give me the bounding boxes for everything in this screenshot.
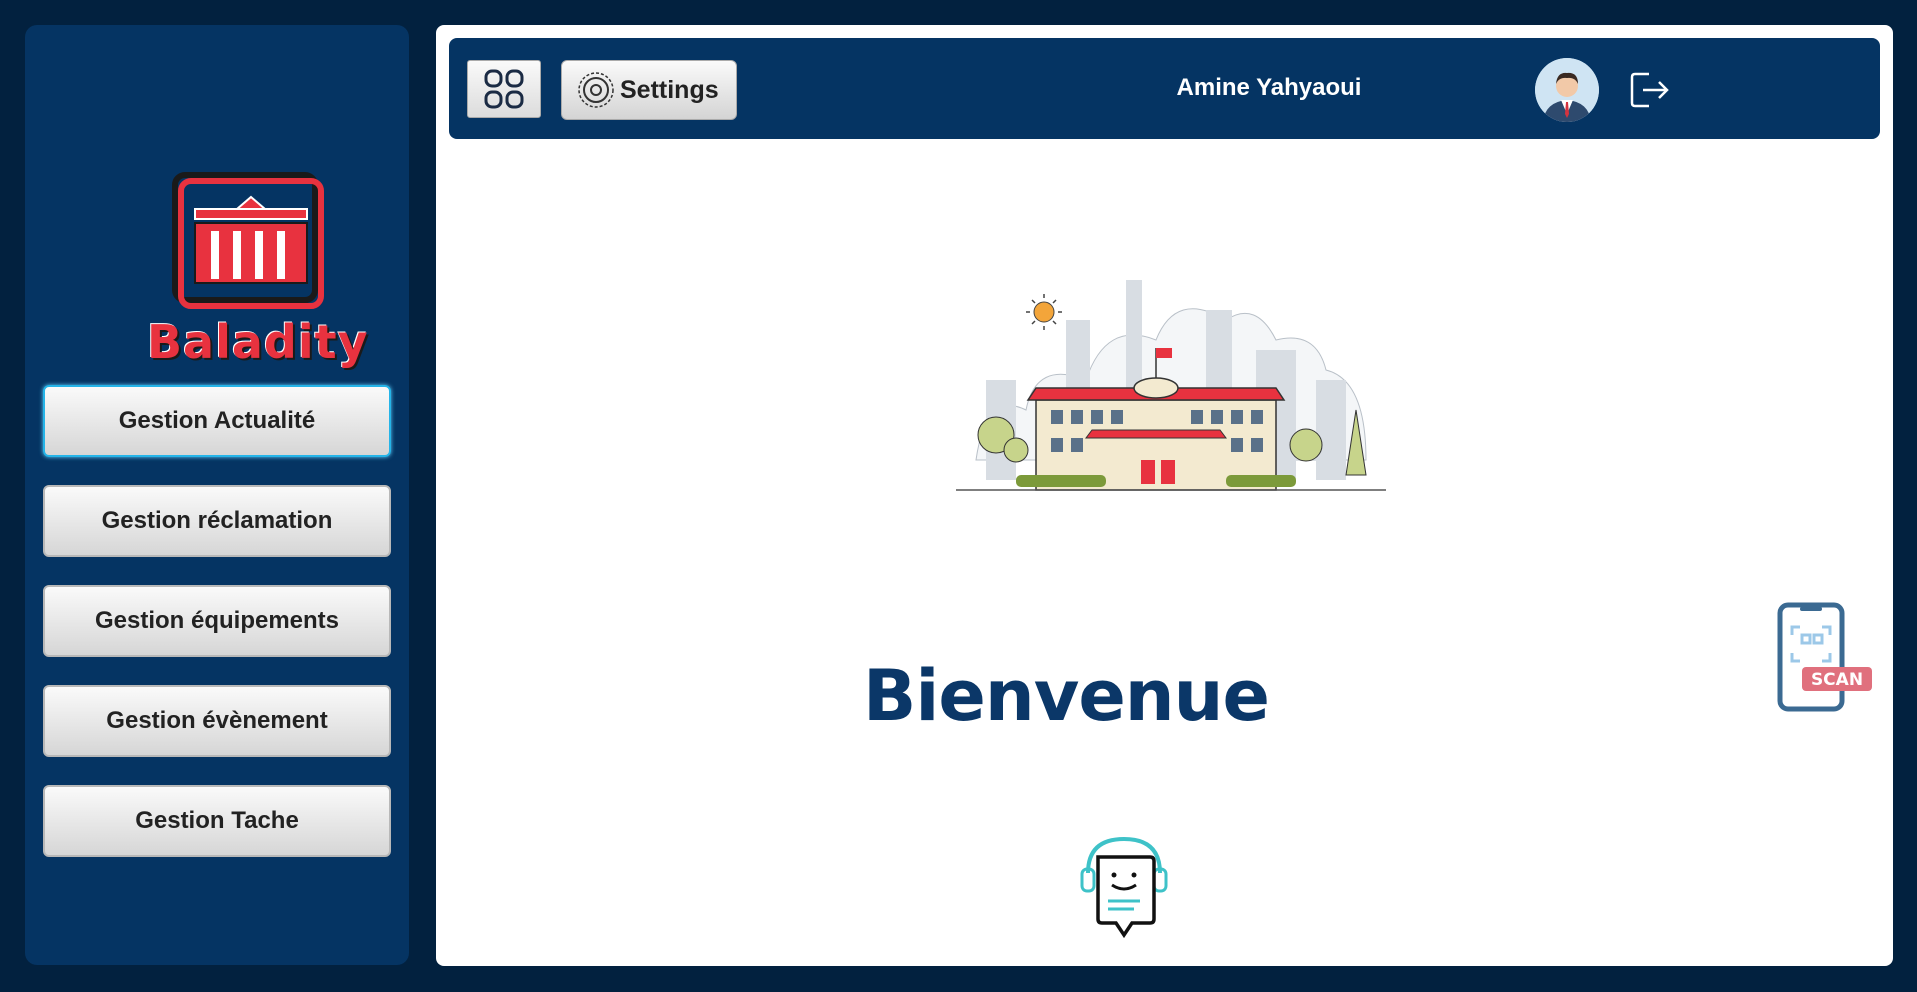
avatar-icon xyxy=(1535,58,1599,122)
city-hall-illustration xyxy=(956,260,1386,500)
app-logo: Baladity xyxy=(147,167,369,377)
chatbot-button[interactable] xyxy=(1076,833,1172,943)
settings-label: Settings xyxy=(620,75,719,104)
nav-gestion-actualite[interactable]: Gestion Actualité xyxy=(43,385,391,457)
user-name: Amine Yahyaoui xyxy=(1176,74,1362,101)
grid-icon xyxy=(484,69,524,109)
menu-grid-button[interactable] xyxy=(467,60,541,118)
scan-label: SCAN xyxy=(1811,670,1863,690)
nav-gestion-reclamation[interactable]: Gestion réclamation xyxy=(43,485,391,557)
logout-icon xyxy=(1630,72,1669,108)
qr-scan-button[interactable]: SCAN xyxy=(1776,595,1876,715)
building-logo-icon xyxy=(172,172,324,309)
user-avatar[interactable] xyxy=(1535,58,1599,122)
sidebar: Baladity Gestion Actualité Gestion récla… xyxy=(25,25,409,965)
logout-button[interactable] xyxy=(1627,68,1671,112)
logo-text: Baladity xyxy=(147,315,369,369)
chatbot-icon xyxy=(1080,836,1168,939)
gear-icon xyxy=(578,72,614,108)
nav-gestion-equipements[interactable]: Gestion équipements xyxy=(43,585,391,657)
main-content: Settings Amine Yahyaoui Bienvenue SCAN xyxy=(436,25,1893,966)
welcome-heading: Bienvenue xyxy=(863,655,1270,737)
settings-button[interactable]: Settings xyxy=(561,60,737,120)
nav-gestion-evenement[interactable]: Gestion évènement xyxy=(43,685,391,757)
nav-gestion-tache[interactable]: Gestion Tache xyxy=(43,785,391,857)
qr-scan-phone-icon: SCAN xyxy=(1777,602,1872,712)
top-bar: Settings Amine Yahyaoui xyxy=(449,38,1880,139)
